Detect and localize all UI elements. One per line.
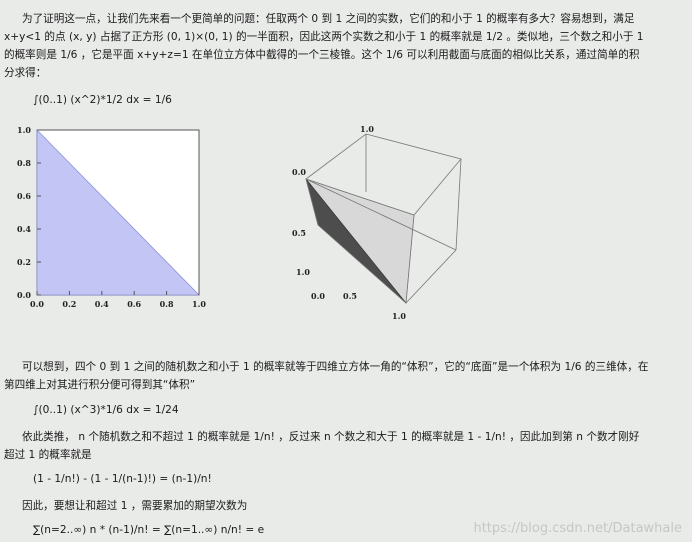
y-tick-label: 0.2: [17, 257, 31, 267]
x-tick-label: 1.0: [192, 299, 206, 309]
y-tick-0.0: 0.0: [311, 291, 325, 301]
cube-section-light: [305, 178, 415, 304]
paragraph-intro-line-1: 为了证明这一点，让我们先来看一个更简单的问题：任取两个 0 到 1 之间的实数，…: [22, 13, 635, 25]
watermark: https://blog.csdn.net/Datawhale: [473, 521, 682, 536]
formula-probability: (1 - 1/n!) - (1 - 1/(n-1)!) = (n-1)/n!: [33, 473, 212, 485]
formula-expectation: ∑(n=2..∞) n * (n-1)/n! = ∑(n=1..∞) n/n! …: [33, 524, 265, 536]
paragraph-intro-line-2: x+y<1 的点 (x, y) 占据了正方形 (0, 1)×(0, 1) 的一半…: [4, 31, 644, 43]
y-tick-label: 0.6: [17, 191, 31, 201]
z-tick-left-0: 0.0: [292, 167, 306, 177]
x-tick-label: 0.2: [62, 299, 76, 309]
y-tick-label: 0.4: [17, 224, 31, 234]
x-tick-label: 0.6: [127, 299, 141, 309]
x-tick-0.5: 0.5: [292, 228, 306, 238]
y-tick-label: 0.8: [17, 158, 31, 168]
x-tick-label: 0.0: [30, 299, 44, 309]
paragraph-induction-line-2: 超过 1 的概率就是: [4, 449, 92, 461]
y-tick-label: 1.0: [17, 125, 31, 135]
y-tick-0.5: 0.5: [343, 291, 357, 301]
paragraph-expectation: 因此，要想让和超过 1 ，需要累加的期望次数为: [22, 500, 248, 512]
formula-integral-1: ∫(0..1) (x^2)*1/2 dx = 1/6: [33, 94, 172, 106]
paragraph-4d-line-1: 可以想到，四个 0 到 1 之间的随机数之和小于 1 的概率就等于四维立方体一角…: [22, 361, 649, 373]
triangle-area-plot: 0.0 0.2 0.4 0.6 0.8 1.0 0.0 0.2 0.4 0.6 0.8 1.0: [17, 125, 206, 309]
z-tick-top: 1.0: [360, 124, 374, 134]
paragraph-induction-line-1: 依此类推， n 个随机数之和不超过 1 的概率就是 1/n! ，反过来 n 个数…: [22, 431, 640, 443]
cube-tetrahedron-plot: 1.0 0.0 0.5 1.0 0.0 0.5 1.0: [292, 124, 462, 321]
paragraph-intro-line-3: 的概率则是 1/6 ，它是平面 x+y+z=1 在单位立方体中截得的一个三棱锥。…: [4, 49, 640, 61]
paragraph-intro-line-4: 分求得：: [4, 67, 47, 79]
formula-integral-2: ∫(0..1) (x^3)*1/6 dx = 1/24: [33, 404, 179, 416]
x-tick-label: 0.8: [160, 299, 174, 309]
y-tick-1.0: 1.0: [392, 311, 406, 321]
x-tick-label: 0.4: [95, 299, 109, 309]
y-tick-label: 0.0: [17, 290, 31, 300]
paragraph-4d-line-2: 第四维上对其进行积分便可得到其“体积”: [4, 379, 196, 391]
x-tick-1.0: 1.0: [296, 267, 310, 277]
